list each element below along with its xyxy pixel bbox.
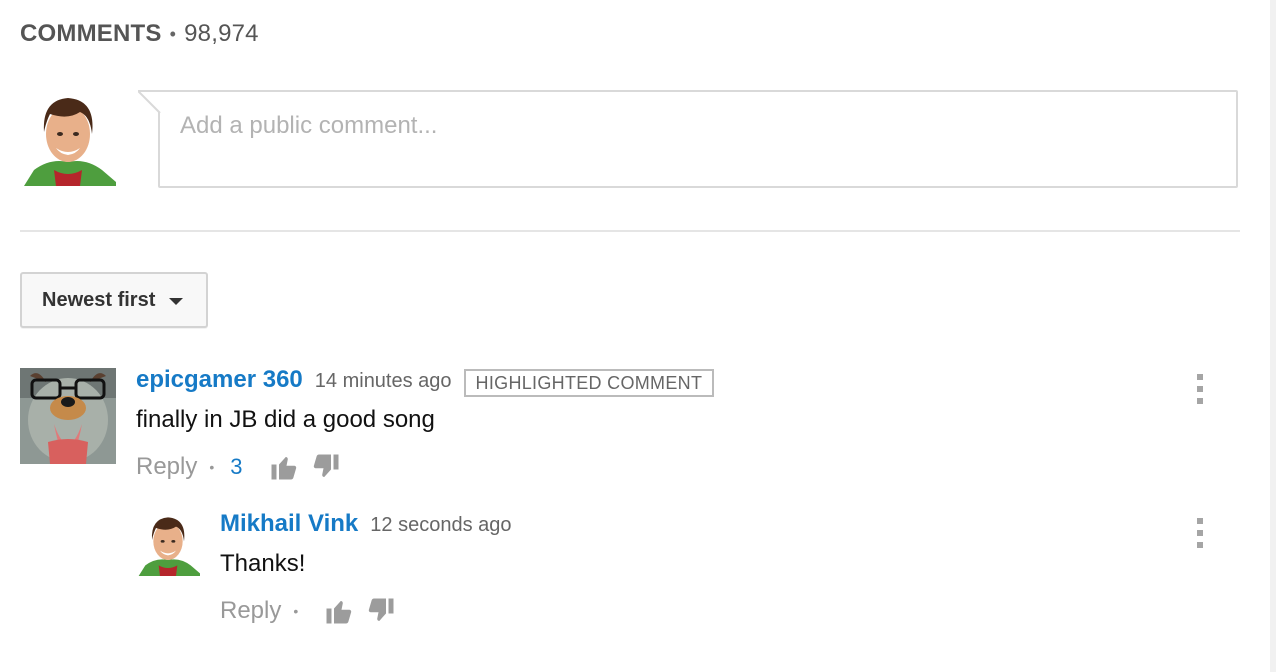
add-comment-input[interactable]	[160, 92, 1236, 186]
current-user-avatar[interactable]	[20, 90, 116, 186]
comment-box-frame	[158, 90, 1238, 188]
comment-text: finally in JB did a good song	[136, 406, 435, 433]
thumb-down-icon[interactable]	[366, 596, 396, 626]
reply-actions: Reply •	[220, 596, 1240, 626]
reply-author[interactable]: Mikhail Vink	[220, 510, 358, 538]
highlighted-badge: HIGHLIGHTED COMMENT	[463, 369, 715, 397]
comment-author[interactable]: epicgamer 360	[136, 366, 303, 394]
comment-meta: epicgamer 360 14 minutes ago HIGHLIGHTED…	[136, 366, 1240, 400]
header-separator: •	[169, 23, 177, 44]
reply-user-photo	[136, 512, 200, 576]
thumb-down-icon[interactable]	[311, 452, 341, 482]
action-separator: •	[209, 459, 215, 475]
caret-down-icon	[169, 297, 184, 305]
bubble-tail-icon	[138, 90, 162, 114]
more-vertical-icon[interactable]	[1196, 518, 1204, 548]
thumb-up-icon[interactable]	[324, 596, 354, 626]
comment-item: epicgamer 360 14 minutes ago HIGHLIGHTED…	[136, 366, 1240, 482]
comment-time[interactable]: 14 minutes ago	[315, 370, 452, 393]
reply-button[interactable]: Reply	[136, 453, 197, 481]
reply-button[interactable]: Reply	[220, 597, 281, 625]
section-divider	[20, 230, 1240, 232]
like-count: 3	[230, 454, 243, 479]
reply-item: Mikhail Vink 12 seconds ago Thanks! Repl…	[220, 510, 1240, 626]
user-photo	[20, 90, 116, 186]
page-scrollbar[interactable]	[1270, 0, 1276, 672]
reply-time[interactable]: 12 seconds ago	[370, 514, 511, 537]
more-vertical-icon[interactable]	[1196, 374, 1204, 404]
thumb-up-icon[interactable]	[269, 452, 299, 482]
comments-count: 98,974	[184, 20, 259, 47]
commenter-photo	[20, 368, 116, 464]
comment-actions: Reply • 3	[136, 452, 1240, 482]
compose-comment	[136, 90, 1240, 190]
reply-meta: Mikhail Vink 12 seconds ago	[220, 510, 1240, 544]
comments-header: COMMENTS • 98,974	[20, 20, 259, 48]
reply-author-avatar[interactable]	[136, 512, 200, 576]
action-separator: •	[293, 603, 299, 619]
reply-text: Thanks!	[220, 550, 306, 577]
sort-label: Newest first	[42, 288, 156, 311]
sort-dropdown-button[interactable]: Newest first	[20, 272, 208, 328]
commenter-avatar[interactable]	[20, 368, 116, 464]
comments-title: COMMENTS	[20, 20, 162, 47]
